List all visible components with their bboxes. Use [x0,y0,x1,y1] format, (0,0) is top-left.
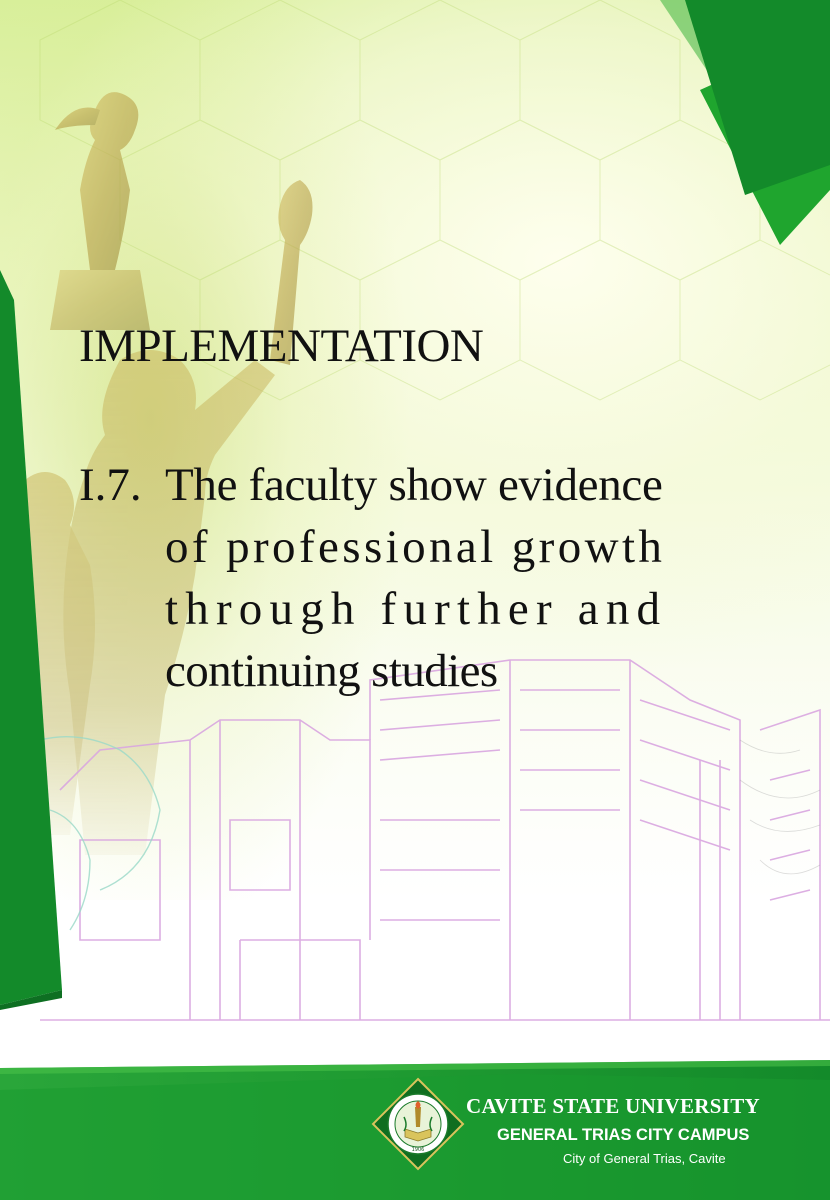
criterion-line: The faculty show evidence [165,459,663,511]
document-page: IMPLEMENTATION I.7. The faculty show evi… [0,0,830,1200]
campus-building-outline-illustration [40,659,830,1021]
criterion-text: The faculty show evidence of professiona… [165,454,765,702]
criterion-line: continuing studies [165,645,498,697]
criterion-number: I.7. [79,459,142,511]
page-title: IMPLEMENTATION [79,320,484,372]
corner-decoration [660,0,830,245]
criterion-line: of professional growth [165,521,666,573]
campus-name: GENERAL TRIAS CITY CAMPUS [497,1126,750,1144]
seal-year: 1906 [412,1147,425,1153]
university-name: CAVITE STATE UNIVERSITY [466,1094,760,1118]
university-seal-icon: 1906 [371,1077,465,1171]
criterion-line: through further and [165,583,668,635]
campus-location: City of General Trias, Cavite [563,1151,726,1166]
left-band-decoration [0,270,62,1010]
